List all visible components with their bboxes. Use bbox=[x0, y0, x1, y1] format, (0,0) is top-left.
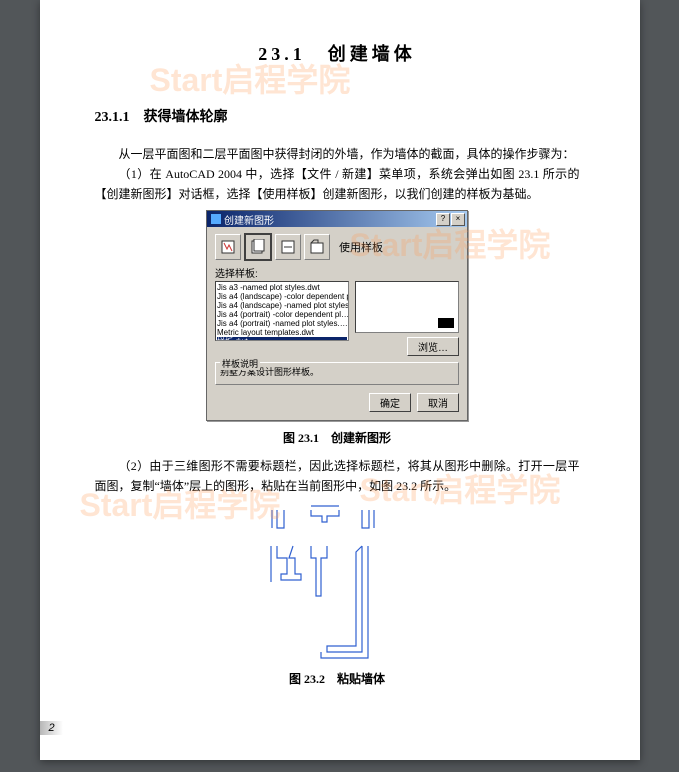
figure-caption: 图 23.1 创建新图形 bbox=[95, 429, 580, 446]
cancel-button[interactable]: 取消 bbox=[417, 393, 459, 412]
list-item[interactable]: Jis a4 (portrait) -color dependent pl… bbox=[217, 310, 347, 319]
paragraph: 从一层平面图和二层平面图中获得封闭的外墙，作为墙体的截面，具体的操作步骤为： bbox=[95, 144, 580, 164]
mode-default-icon[interactable] bbox=[215, 234, 241, 260]
description-group: 样板说明 别墅方案设计图形样板。 bbox=[215, 362, 459, 385]
section-title: 23.1.1 获得墙体轮廓 bbox=[95, 106, 580, 126]
mode-open-icon[interactable] bbox=[304, 234, 330, 260]
preview-swatch bbox=[438, 318, 454, 328]
list-item[interactable]: Jis a4 (landscape) -color dependent p… bbox=[217, 292, 347, 301]
list-item[interactable]: Jis a4 (portrait) -named plot styles.… bbox=[217, 319, 347, 328]
help-icon[interactable]: ? bbox=[436, 213, 450, 226]
list-item[interactable]: Jis a4 (landscape) -named plot styles… bbox=[217, 301, 347, 310]
list-item-selected[interactable]: 样板.dwt bbox=[217, 337, 347, 341]
figure-drawing bbox=[95, 502, 580, 662]
preview-frame bbox=[355, 281, 459, 333]
paragraph: （2）由于三维图形不需要标题栏，因此选择标题栏，将其从图形中删除。打开一层平面图… bbox=[95, 456, 580, 496]
dialog-title: 创建新图形 bbox=[211, 212, 274, 227]
paragraph: （1）在 AutoCAD 2004 中，选择【文件 / 新建】菜单项，系统会弹出… bbox=[95, 164, 580, 204]
list-label: 选择样板: bbox=[215, 265, 459, 280]
chapter-title: 23.1 创建墙体 bbox=[95, 40, 580, 66]
template-mode-tabs: 使用样板 bbox=[215, 233, 459, 261]
description-label: 样板说明 bbox=[220, 357, 260, 370]
list-item[interactable]: Jis a3 -named plot styles.dwt bbox=[217, 283, 347, 292]
document-page: Start启程学院 Start启程学院 Start启程学院 Start启程学院 … bbox=[40, 0, 640, 760]
dialog-titlebar: 创建新图形 ? × bbox=[207, 211, 467, 227]
mode-label: 使用样板 bbox=[339, 239, 383, 255]
wall-outline-svg bbox=[267, 502, 407, 662]
figure-dialog: 创建新图形 ? × 使用样板 选择样板: Jis a3 -named p bbox=[95, 210, 580, 421]
mode-template-icon[interactable] bbox=[244, 233, 272, 261]
mode-wizard-icon[interactable] bbox=[275, 234, 301, 260]
preview-pane: 浏览… bbox=[355, 281, 459, 356]
page-number: 2 bbox=[40, 721, 63, 735]
close-icon[interactable]: × bbox=[451, 213, 465, 226]
browse-button[interactable]: 浏览… bbox=[407, 337, 459, 356]
template-listbox[interactable]: Jis a3 -named plot styles.dwt Jis a4 (la… bbox=[215, 281, 349, 341]
figure-caption: 图 23.2 粘贴墙体 bbox=[95, 670, 580, 687]
list-item[interactable]: Metric layout templates.dwt bbox=[217, 328, 347, 337]
ok-button[interactable]: 确定 bbox=[369, 393, 411, 412]
dialog-window: 创建新图形 ? × 使用样板 选择样板: Jis a3 -named p bbox=[206, 210, 468, 421]
